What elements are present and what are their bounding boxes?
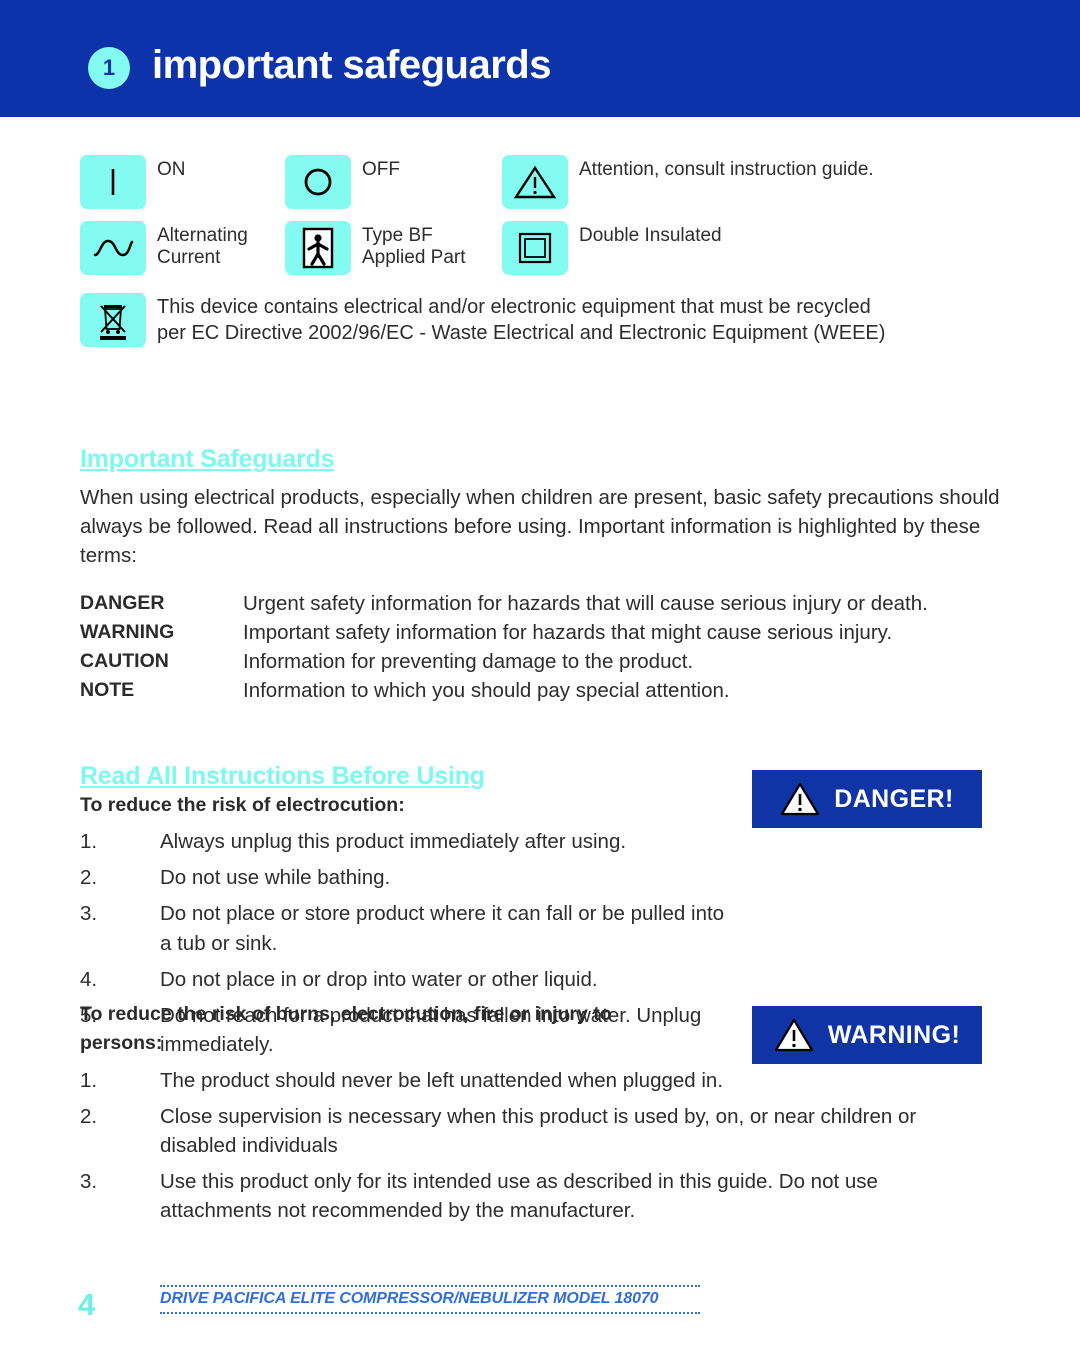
list-item: 2. Close supervision is necessary when t… bbox=[80, 1102, 980, 1160]
power-off-circle-icon bbox=[285, 155, 351, 209]
legend-label: Type BF Applied Part bbox=[362, 225, 466, 269]
list-item-text: Do not place in or drop into water or ot… bbox=[160, 967, 598, 991]
term-description: Information for preventing damage to the… bbox=[243, 650, 694, 673]
section-heading-important-safeguards: Important Safeguards bbox=[80, 445, 335, 473]
term-description: Information to which you should pay spec… bbox=[243, 679, 730, 702]
burns-list: 1. The product should never be left unat… bbox=[80, 1066, 980, 1226]
legend-item-on: ON bbox=[80, 155, 285, 209]
burns-subhead: To reduce the risk of burns, electrocuti… bbox=[80, 1003, 612, 1055]
term-description: Urgent safety information for hazards th… bbox=[243, 592, 928, 615]
list-item: 1. The product should never be left unat… bbox=[80, 1066, 980, 1095]
term-row: DANGER Urgent safety information for haz… bbox=[80, 592, 1020, 616]
list-item: 1. Always unplug this product immediatel… bbox=[80, 827, 740, 856]
term-name: DANGER bbox=[80, 592, 165, 614]
list-item-number: 1. bbox=[80, 830, 98, 854]
term-row: NOTE Information to which you should pay… bbox=[80, 679, 1020, 703]
important-safeguards-section: Important Safeguards When using electric… bbox=[80, 445, 1020, 570]
warning-triangle-icon bbox=[781, 782, 820, 816]
list-item: 2. Do not use while bathing. bbox=[80, 863, 740, 892]
type-bf-applied-part-icon bbox=[285, 221, 351, 275]
list-item-text: The product should never be left unatten… bbox=[160, 1068, 724, 1092]
list-item-number: 2. bbox=[80, 1104, 98, 1128]
legend-label: Attention, consult instruction guide. bbox=[579, 159, 874, 180]
legend-label: ON bbox=[157, 159, 186, 180]
attention-triangle-icon bbox=[502, 155, 568, 209]
alternating-current-sine-icon bbox=[80, 221, 146, 275]
warning-badge: WARNING! bbox=[752, 1006, 982, 1064]
legend-item-off: OFF bbox=[285, 155, 502, 209]
weee-notice: This device contains electrical and/or e… bbox=[80, 293, 1020, 347]
term-name: CAUTION bbox=[80, 650, 169, 672]
legend-item-attention: Attention, consult instruction guide. bbox=[502, 155, 874, 209]
list-item: 3. Use this product only for its intende… bbox=[80, 1167, 980, 1225]
footer-rule: DRIVE PACIFICA ELITE COMPRESSOR/NEBULIZE… bbox=[160, 1285, 700, 1314]
list-item-text: Always unplug this product immediately a… bbox=[160, 830, 627, 854]
list-item-text: Use this product only for its intended u… bbox=[160, 1169, 878, 1222]
weee-line-2: per EC Directive 2002/96/EC - Waste Elec… bbox=[157, 322, 886, 345]
term-name: NOTE bbox=[80, 679, 135, 701]
legend-label: OFF bbox=[362, 159, 400, 180]
list-item-text: Do not place or store product where it c… bbox=[160, 902, 725, 955]
list-item-number: 3. bbox=[80, 1169, 98, 1193]
page-footer: 4 DRIVE PACIFICA ELITE COMPRESSOR/NEBULI… bbox=[0, 1283, 1080, 1343]
warning-triangle-icon bbox=[774, 1018, 813, 1052]
list-item-text: Do not use while bathing. bbox=[160, 866, 391, 890]
danger-badge: DANGER! bbox=[752, 770, 982, 828]
term-name: WARNING bbox=[80, 621, 175, 643]
electrocution-subhead: To reduce the risk of electrocution: bbox=[80, 794, 405, 816]
legend-label: Double Insulated bbox=[579, 225, 722, 246]
chapter-number-badge: 1 bbox=[88, 47, 130, 89]
list-item-number: 2. bbox=[80, 866, 98, 890]
legend-label: Alternating Current bbox=[157, 225, 248, 269]
page-title: important safeguards bbox=[152, 43, 551, 87]
term-row: WARNING Important safety information for… bbox=[80, 621, 1020, 645]
legend-row: ON OFF Attention, consult instruction gu… bbox=[80, 155, 1020, 209]
legend-item-double-insulated: Double Insulated bbox=[502, 221, 722, 275]
symbol-legend: ON OFF Attention, consult instruction gu… bbox=[80, 155, 1020, 347]
list-item-number: 4. bbox=[80, 967, 98, 991]
legend-item-alternating-current: Alternating Current bbox=[80, 221, 285, 275]
list-item-text: Close supervision is necessary when this… bbox=[160, 1104, 917, 1157]
term-row: CAUTION Information for preventing damag… bbox=[80, 650, 1020, 674]
power-on-line-icon bbox=[80, 155, 146, 209]
page-number: 4 bbox=[78, 1287, 96, 1322]
list-item-number: 1. bbox=[80, 1068, 98, 1092]
list-item-number: 3. bbox=[80, 902, 98, 926]
weee-line-1: This device contains electrical and/or e… bbox=[157, 296, 871, 318]
double-insulated-square-icon bbox=[502, 221, 568, 275]
legend-item-type-bf: Type BF Applied Part bbox=[285, 221, 502, 275]
danger-badge-label: DANGER! bbox=[834, 784, 954, 813]
section-heading-read-all-instructions: Read All Instructions Before Using bbox=[80, 762, 485, 790]
list-item: 4. Do not place in or drop into water or… bbox=[80, 965, 740, 994]
terms-definition-list: DANGER Urgent safety information for haz… bbox=[80, 592, 1020, 708]
list-item: 3. Do not place or store product where i… bbox=[80, 899, 740, 957]
legend-row: Alternating Current Type BF Applied Part… bbox=[80, 221, 1020, 275]
safeguards-paragraph: When using electrical products, especial… bbox=[80, 486, 1000, 568]
term-description: Important safety information for hazards… bbox=[243, 621, 893, 644]
footer-text: DRIVE PACIFICA ELITE COMPRESSOR/NEBULIZE… bbox=[160, 1290, 659, 1307]
warning-badge-label: WARNING! bbox=[827, 1020, 961, 1049]
crossed-out-wheeled-bin-icon bbox=[80, 293, 146, 347]
weee-text: This device contains electrical and/or e… bbox=[157, 293, 885, 347]
